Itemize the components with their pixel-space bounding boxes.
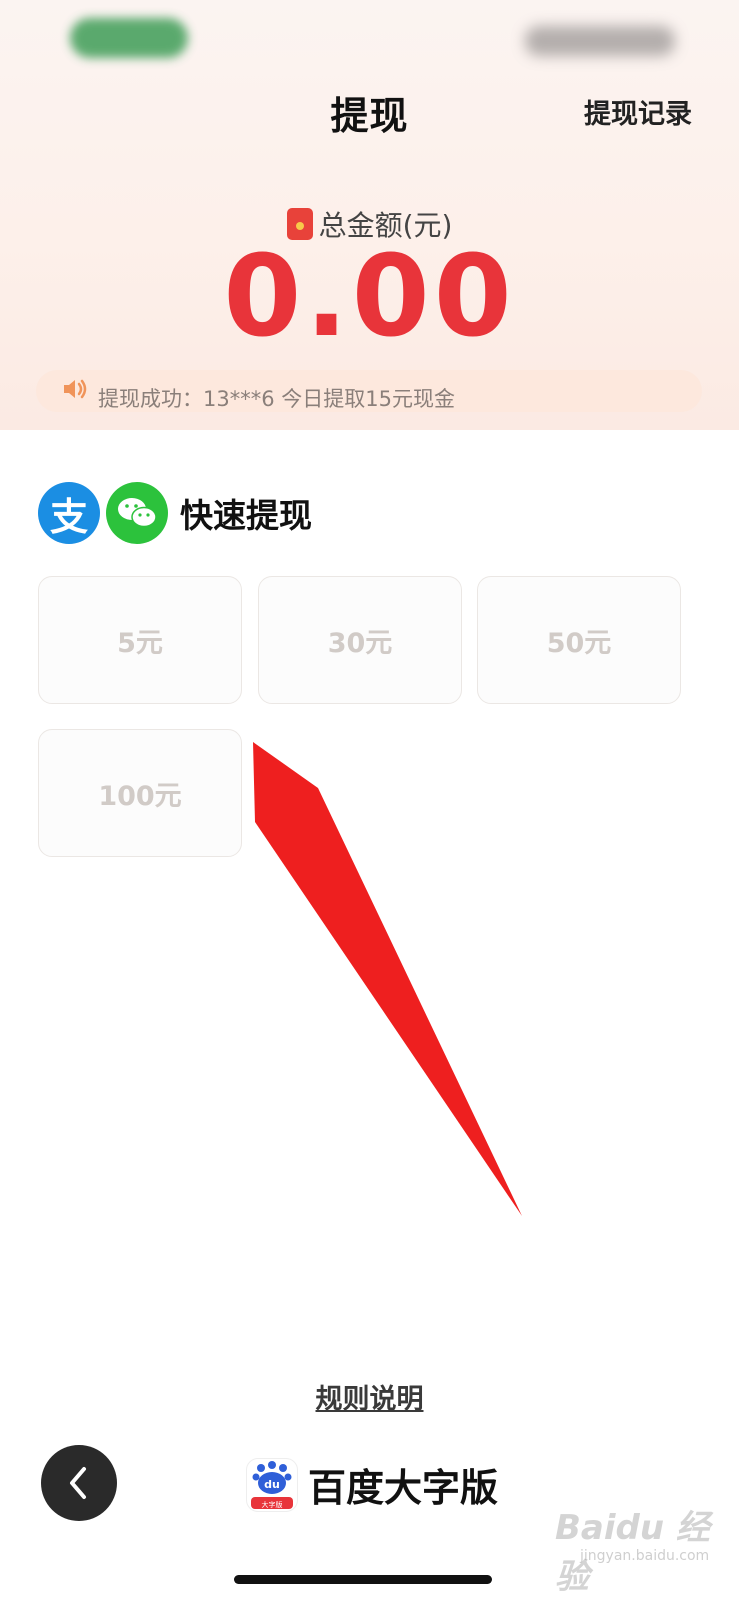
chevron-left-icon bbox=[70, 1467, 86, 1499]
rules-link[interactable]: 规则说明 bbox=[0, 1377, 739, 1416]
home-indicator bbox=[234, 1575, 492, 1584]
annotation-arrow bbox=[253, 742, 522, 1216]
watermark-url: jingyan.baidu.com bbox=[580, 1548, 710, 1564]
baidu-logo-du: du bbox=[264, 1478, 280, 1491]
annotation-arrow-shape bbox=[253, 742, 522, 1216]
baidu-logo-badge: 大字版 bbox=[262, 1500, 283, 1509]
back-button[interactable] bbox=[41, 1445, 117, 1521]
brand-name: 百度大字版 bbox=[308, 1466, 499, 1510]
baidu-logo-icon: du 大字版 bbox=[246, 1457, 298, 1512]
brand-footer: du 大字版 百度大字版 bbox=[246, 1457, 498, 1512]
